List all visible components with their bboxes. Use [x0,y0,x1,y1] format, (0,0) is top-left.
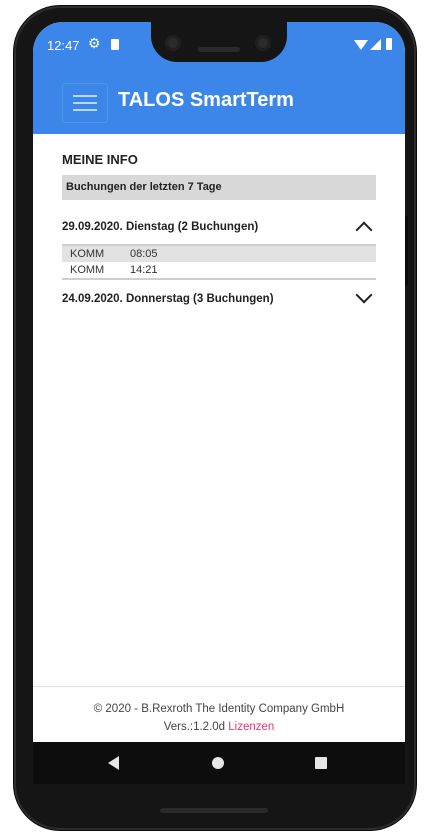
hamburger-menu-button[interactable] [62,83,108,123]
section-title: MEINE INFO [62,152,138,167]
section-subtitle: Buchungen der letzten 7 Tage [62,175,376,200]
hamburger-icon [73,95,97,97]
day-label: 29.09.2020. Dienstag (2 Buchungen) [62,221,259,233]
chevron-up-icon[interactable] [355,221,373,239]
booking-row: KOMM 14:21 [62,262,376,278]
front-camera-icon [255,35,271,51]
version-text: Vers.:1.2.0d [163,721,226,733]
front-camera-icon [165,35,181,51]
home-icon[interactable] [212,757,224,769]
signal-icon [370,39,381,50]
battery-icon [386,38,392,50]
day-label: 24.09.2020. Donnerstag (3 Buchungen) [62,293,274,305]
booking-list: KOMM 08:05 KOMM 14:21 [62,244,376,280]
footer-version: Vers.:1.2.0d Lizenzen [33,721,405,733]
recents-icon[interactable] [315,757,327,769]
camera-notch [151,22,287,62]
system-nav-bar [33,742,405,784]
booking-time: 14:21 [130,264,158,276]
earpiece-speaker [198,47,240,52]
screen: 12:47 ⚙ TALOS SmartTerm MEINE INFO Buchu… [33,22,405,784]
booking-time: 08:05 [130,248,158,260]
footer-divider [33,686,405,687]
settings-status-icon: ⚙ [88,35,101,51]
booking-type: KOMM [70,248,105,260]
booking-row: KOMM 08:05 [62,246,376,262]
hamburger-icon [73,102,97,104]
sd-card-icon [111,39,119,50]
license-link[interactable]: Lizenzen [228,721,274,733]
phone-chin-speaker [160,808,268,813]
day-header-collapsed[interactable]: 24.09.2020. Donnerstag (3 Buchungen) [62,286,376,312]
chevron-down-icon[interactable] [355,286,373,304]
footer-copyright: © 2020 - B.Rexroth The Identity Company … [93,703,345,715]
app-bar: TALOS SmartTerm [33,70,405,134]
status-time: 12:47 [47,38,80,53]
booking-type: KOMM [70,264,105,276]
day-header-expanded[interactable]: 29.09.2020. Dienstag (2 Buchungen) [62,214,376,240]
app-title: TALOS SmartTerm [118,89,294,111]
back-icon[interactable] [108,756,119,770]
wifi-icon [354,40,368,50]
hamburger-icon [73,109,97,111]
